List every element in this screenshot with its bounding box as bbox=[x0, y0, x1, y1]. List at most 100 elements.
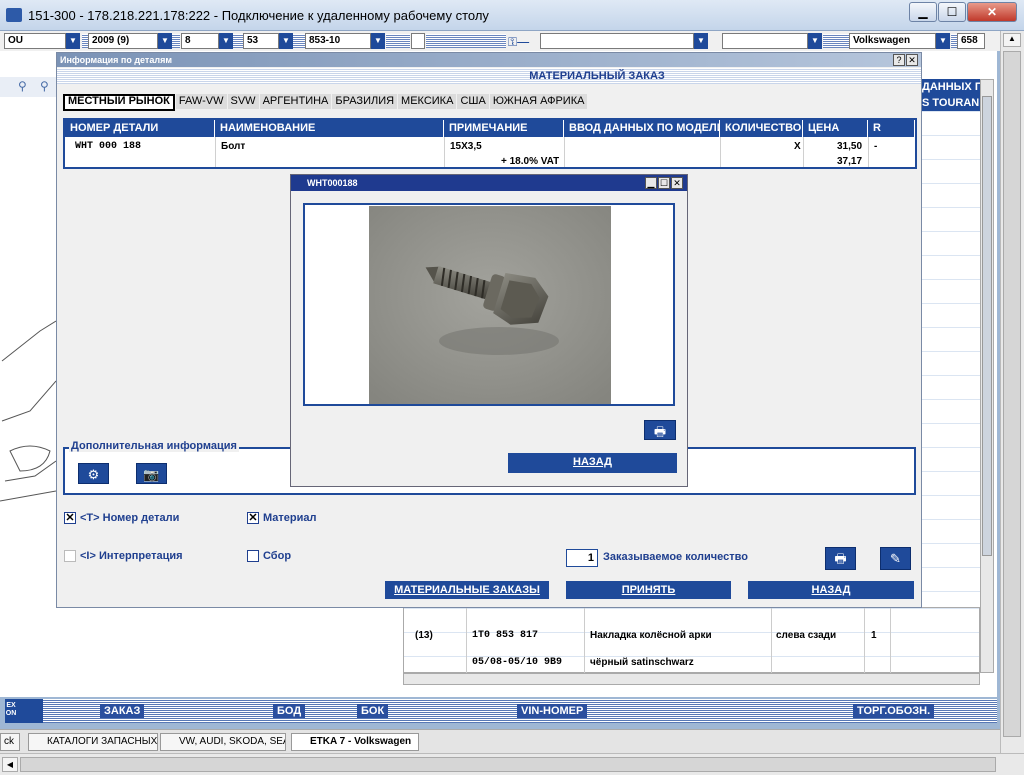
tab-usa[interactable]: США bbox=[457, 94, 489, 109]
tab-faw-vw[interactable]: FAW-VW bbox=[175, 94, 227, 109]
scroll-left-icon[interactable]: ◀ bbox=[2, 757, 18, 772]
help-button[interactable]: ? bbox=[893, 54, 905, 66]
cell-part-number[interactable]: WHT 000 188 bbox=[75, 141, 141, 152]
assembly-icon[interactable]: ⚙ bbox=[78, 463, 109, 484]
window-horizontal-scrollbar[interactable]: ◀ bbox=[0, 753, 1024, 775]
vin-button[interactable]: VIN-НОМЕР bbox=[517, 704, 588, 718]
taskbar-item-vw-audi[interactable]: VW, AUDI, SKODA, SEAT bbox=[160, 733, 286, 751]
accept-button[interactable]: ПРИНЯТЬ bbox=[566, 581, 731, 599]
scrollbar-thumb[interactable] bbox=[1003, 51, 1021, 737]
bolt-photo bbox=[369, 206, 611, 404]
scroll-up-icon[interactable]: ▲ bbox=[1003, 33, 1021, 47]
scrollbar-thumb[interactable] bbox=[982, 96, 992, 556]
print-icon[interactable]: 🖶 bbox=[644, 420, 676, 440]
material-orders-button[interactable]: МАТЕРИАЛЬНЫЕ ЗАКАЗЫ bbox=[385, 581, 549, 599]
filter-checkbox[interactable] bbox=[411, 33, 425, 49]
checkbox-material[interactable]: ✕ bbox=[247, 512, 259, 524]
column-header-quantity: КОЛИЧЕСТВО bbox=[720, 120, 803, 137]
column-header-part-number: НОМЕР ДЕТАЛИ bbox=[65, 120, 215, 137]
selector-toolbar: OU ▼ 2009 (9) ▼ 8 ▼ 53 ▼ 853-10 ▼ ⚿━ ▼ ▼… bbox=[0, 31, 1000, 51]
list-item-part: 05/08-05/10 9B9 bbox=[472, 657, 563, 668]
separator bbox=[426, 34, 506, 48]
illustration-combo[interactable]: 853-10 bbox=[305, 33, 371, 49]
trade-designation-button[interactable]: ТОРГ.ОБОЗН. bbox=[853, 704, 935, 718]
popup-close-button[interactable]: ✕ bbox=[671, 177, 683, 189]
cell-vat: + 18.0% VAT bbox=[501, 156, 560, 167]
dialog-close-button[interactable]: ✕ bbox=[906, 54, 918, 66]
camera-icon[interactable]: 📷 bbox=[136, 463, 167, 484]
chevron-down-icon[interactable]: ▼ bbox=[694, 33, 708, 49]
tab-brazil[interactable]: БРАЗИЛИЯ bbox=[332, 94, 398, 109]
minimize-button[interactable]: ▁ bbox=[909, 2, 937, 22]
main-group-combo[interactable]: 8 bbox=[181, 33, 219, 49]
order-quantity-label: Заказываемое количество bbox=[603, 551, 748, 563]
chevron-down-icon[interactable]: ▼ bbox=[936, 33, 950, 49]
zoom-icon[interactable]: ⚲ bbox=[18, 79, 27, 93]
separator bbox=[172, 34, 180, 48]
window-titlebar: 151-300 - 178.218.221.178:222 - Подключе… bbox=[0, 0, 1024, 31]
brand-combo[interactable]: Volkswagen bbox=[849, 33, 936, 49]
chevron-down-icon[interactable]: ▼ bbox=[808, 33, 822, 49]
cell-quantity: X bbox=[794, 141, 801, 152]
popup-back-button[interactable]: НАЗАД bbox=[508, 453, 677, 473]
remote-desktop-icon bbox=[6, 8, 22, 22]
order-quantity-input[interactable]: 1 bbox=[566, 549, 598, 567]
window-title: 151-300 - 178.218.221.178:222 - Подключе… bbox=[28, 8, 489, 23]
dialog-title: Информация по деталям bbox=[57, 53, 921, 67]
checkbox-interpretation[interactable] bbox=[64, 550, 76, 562]
list-item-name: чёрный satinschwarz bbox=[590, 657, 694, 668]
vertical-scrollbar[interactable] bbox=[980, 79, 994, 673]
material-order-title: МАТЕРИАЛЬНЫЙ ЗАКАЗ bbox=[529, 70, 665, 82]
window-vertical-scrollbar[interactable]: ▲ bbox=[1000, 31, 1024, 753]
parts-list: (13) 1T0 853 817 Накладка колёсной арки … bbox=[403, 607, 980, 674]
scrollbar-thumb[interactable] bbox=[20, 757, 996, 772]
chevron-down-icon[interactable]: ▼ bbox=[219, 33, 233, 49]
checkbox-part-number[interactable]: ✕ bbox=[64, 512, 76, 524]
tab-svw[interactable]: SVW bbox=[227, 94, 259, 109]
edit-icon[interactable]: ✎ bbox=[880, 547, 911, 570]
tab-local-market[interactable]: МЕСТНЫЙ РЫНОК bbox=[63, 94, 175, 111]
market-tabs: МЕСТНЫЙ РЫНОК FAW-VW SVW АРГЕНТИНА БРАЗИЛИЯ М… bbox=[63, 94, 588, 111]
tab-argentina[interactable]: АРГЕНТИНА bbox=[259, 94, 332, 109]
list-item-note: слева сзади bbox=[776, 630, 837, 641]
label-assembly: Сбор bbox=[263, 550, 292, 562]
cell-price: 31,50 bbox=[837, 141, 863, 152]
chevron-down-icon[interactable]: ▼ bbox=[279, 33, 293, 49]
bok-button[interactable]: БОК bbox=[357, 704, 389, 718]
cell-name: Болт bbox=[221, 141, 246, 152]
key-icon[interactable]: ⚿━ bbox=[508, 35, 529, 50]
popup-minimize-button[interactable]: ▁ bbox=[645, 177, 657, 189]
cell-price-vat: 37,17 bbox=[837, 156, 863, 167]
taskbar-item[interactable]: ck bbox=[0, 733, 20, 751]
taskbar-item-etka[interactable]: ETKA 7 - Volkswagen bbox=[291, 733, 419, 751]
checkbox-assembly[interactable] bbox=[247, 550, 259, 562]
back-button[interactable]: НАЗАД bbox=[748, 581, 914, 599]
close-button[interactable]: ✕ bbox=[967, 2, 1017, 22]
bod-button[interactable]: БОД bbox=[273, 704, 306, 718]
maximize-button[interactable]: ☐ bbox=[938, 2, 966, 22]
image-popup: WHT000188 ▁ ☐ ✕ 🖶 НАЗАД bbox=[290, 174, 688, 487]
tab-south-africa[interactable]: ЮЖНАЯ АФРИКА bbox=[489, 94, 588, 109]
print-icon[interactable]: 🖶 bbox=[825, 547, 856, 570]
option-field[interactable] bbox=[722, 33, 808, 49]
zoom-out-icon[interactable]: ⚲ bbox=[40, 79, 49, 93]
taskbar-item-catalogs[interactable]: КАТАЛОГИ ЗАПАСНЫХ ... bbox=[28, 733, 158, 751]
chevron-down-icon[interactable]: ▼ bbox=[66, 33, 80, 49]
car-illustration bbox=[0, 320, 56, 502]
column-header-model-data: ВВОД ДАННЫХ ПО МОДЕЛИ bbox=[564, 120, 720, 137]
year-combo[interactable]: 2009 (9) bbox=[88, 33, 158, 49]
column-header-model: ДАННЫХ П bbox=[922, 79, 980, 95]
catalog-number[interactable]: 658 bbox=[957, 33, 985, 49]
label-part-number: <T> Номер детали bbox=[80, 512, 180, 524]
cell-r: - bbox=[874, 141, 878, 152]
market-combo[interactable]: OU bbox=[4, 33, 66, 49]
chevron-down-icon[interactable]: ▼ bbox=[371, 33, 385, 49]
sub-group-combo[interactable]: 53 bbox=[243, 33, 279, 49]
tab-mexico[interactable]: МЕКСИКА bbox=[398, 94, 457, 109]
popup-maximize-button[interactable]: ☐ bbox=[658, 177, 670, 189]
order-button[interactable]: ЗАКАЗ bbox=[100, 704, 145, 718]
chevron-down-icon[interactable]: ▼ bbox=[158, 33, 172, 49]
search-field[interactable] bbox=[540, 33, 694, 49]
list-item-part: 1T0 853 817 bbox=[472, 630, 539, 641]
horizontal-scrollbar[interactable] bbox=[403, 673, 980, 685]
